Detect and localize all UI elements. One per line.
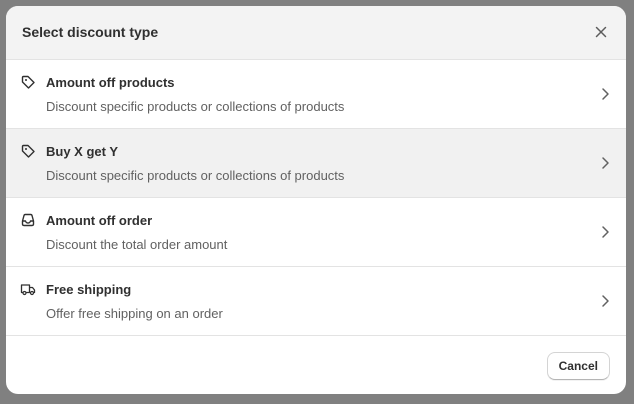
discount-type-modal: Select discount type Amount off products… <box>6 6 626 394</box>
cancel-button[interactable]: Cancel <box>546 352 610 380</box>
chevron-right-icon <box>602 88 609 100</box>
option-description: Discount specific products or collection… <box>46 99 345 114</box>
chevron-right-icon <box>602 295 609 307</box>
option-title: Free shipping <box>46 282 132 297</box>
option-description: Discount specific products or collection… <box>46 168 345 183</box>
discount-options-list: Amount off products Discount specific pr… <box>6 60 626 336</box>
modal-title: Select discount type <box>22 24 159 40</box>
cart-icon <box>21 213 35 227</box>
tag-icon <box>21 75 35 89</box>
option-description: Discount the total order amount <box>46 237 228 252</box>
option-buy-x-get-y[interactable]: Buy X get Y Discount specific products o… <box>6 129 626 198</box>
close-icon <box>595 26 607 38</box>
option-title: Amount off products <box>46 75 175 90</box>
option-free-shipping[interactable]: Free shipping Offer free shipping on an … <box>6 267 626 336</box>
chevron-right-icon <box>602 226 609 238</box>
modal-header: Select discount type <box>6 6 626 60</box>
tag-icon <box>21 144 35 158</box>
truck-icon <box>20 284 36 296</box>
option-amount-off-order[interactable]: Amount off order Discount the total orde… <box>6 198 626 267</box>
chevron-right-icon <box>602 157 609 169</box>
option-title: Amount off order <box>46 213 153 228</box>
modal-footer: Cancel <box>6 336 626 394</box>
option-description: Offer free shipping on an order <box>46 306 223 321</box>
option-amount-off-products[interactable]: Amount off products Discount specific pr… <box>6 60 626 129</box>
option-title: Buy X get Y <box>46 144 119 159</box>
close-button[interactable] <box>590 21 612 43</box>
